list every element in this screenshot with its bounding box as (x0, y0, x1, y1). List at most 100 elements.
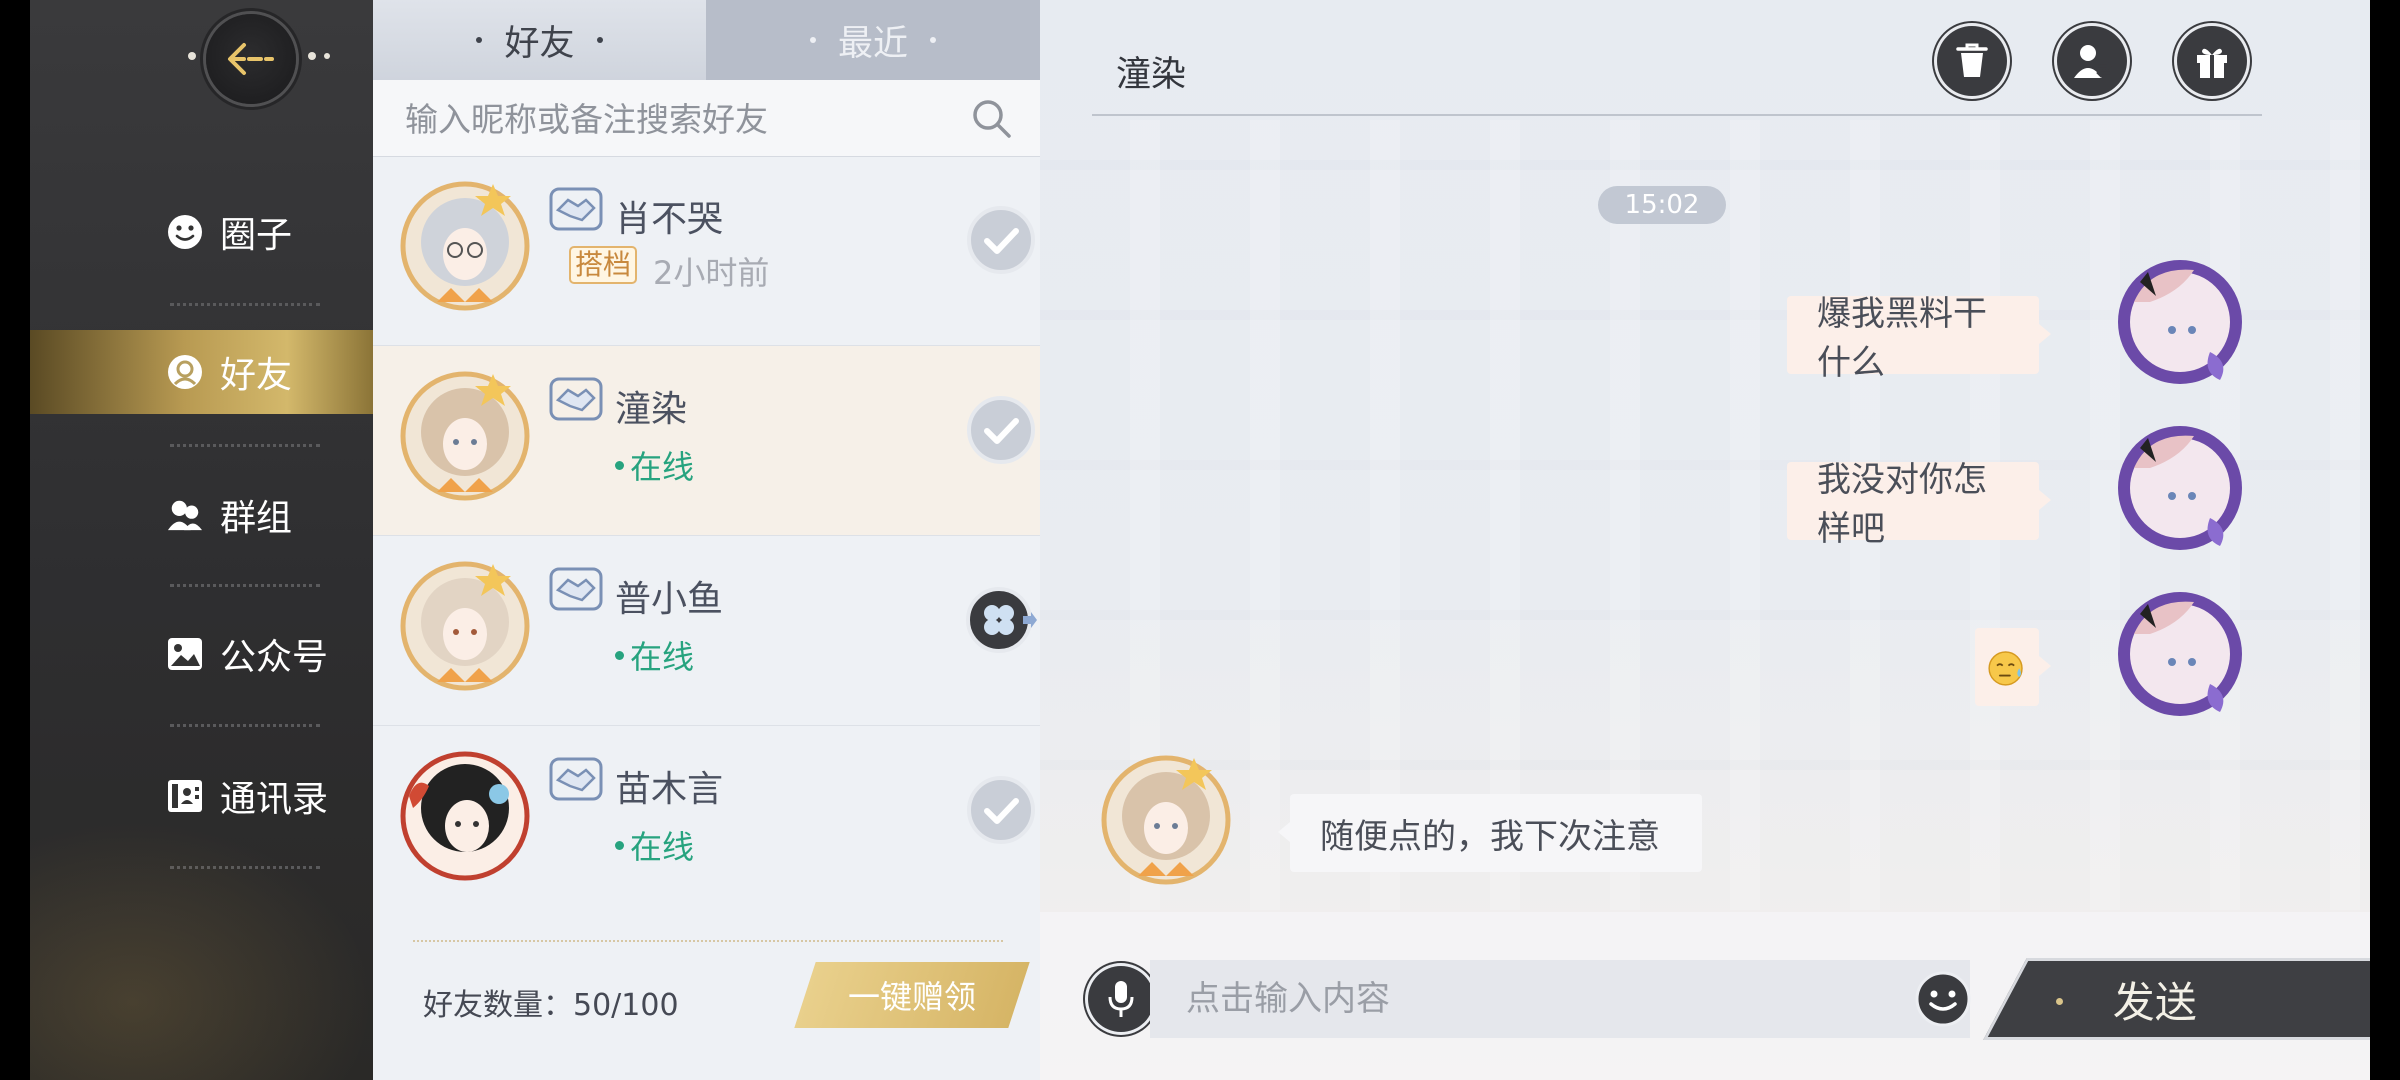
microphone-icon (1108, 981, 1134, 1017)
my-avatar[interactable] (2110, 252, 2250, 392)
app-window: 圈子 好友 群组 公众号 通讯录 好友 最近 输入昵称或备注搜索好友 肖不哭 搭… (30, 0, 2370, 1080)
switch-user-button[interactable] (2057, 26, 2127, 96)
tab-recent[interactable]: 最近 (706, 0, 1040, 80)
status-text: 在线 (630, 828, 695, 866)
emoji-icon[interactable] (1914, 970, 1972, 1028)
header-divider (1092, 114, 2262, 116)
online-status: 在线 (615, 632, 694, 678)
nav-label: 群组 (220, 498, 293, 539)
friend-chat-avatar[interactable] (1096, 750, 1236, 890)
nav-divider (170, 303, 320, 306)
sweat-emoji-icon (1988, 651, 2023, 686)
delete-button[interactable] (1937, 26, 2007, 96)
nav-label: 通讯录 (220, 779, 329, 820)
tab-label: 最近 (837, 23, 908, 64)
checkmark-icon[interactable] (965, 394, 1037, 466)
nav-item-contacts[interactable]: 通讯录 (30, 754, 373, 838)
checkmark-icon[interactable] (965, 204, 1037, 276)
friend-avatar (400, 561, 530, 691)
group-icon (167, 497, 203, 533)
last-seen-text: 2小时前 (653, 254, 770, 292)
search-icon[interactable] (969, 96, 1013, 140)
send-label: 发送 (2112, 977, 2197, 1027)
list-divider (413, 940, 1003, 942)
online-dot (615, 650, 624, 660)
decorative-dot (188, 52, 196, 60)
handshake-icon (549, 187, 603, 231)
nav-divider (170, 444, 320, 447)
image-icon (167, 636, 203, 672)
switch-user-icon (2074, 45, 2112, 78)
friend-name: 肖不哭 (615, 199, 724, 240)
message-bubble-incoming[interactable]: 随便点的，我下次注意 (1278, 794, 1702, 872)
friend-face-icon (167, 354, 203, 390)
friend-avatar (400, 371, 530, 501)
handshake-icon (549, 377, 603, 421)
status-text: 在线 (630, 448, 695, 486)
status-text: 在线 (630, 638, 695, 676)
claim-all-button[interactable]: 一键赠领 (794, 962, 1030, 1028)
claim-all-label: 一键赠领 (847, 978, 976, 1016)
smiley-icon (167, 214, 203, 250)
partner-badge: 搭档 (569, 246, 638, 284)
contacts-icon (167, 778, 203, 814)
online-status: 在线 (615, 442, 694, 488)
nav-item-circle[interactable]: 圈子 (30, 190, 373, 274)
message-input[interactable] (1150, 960, 1970, 1038)
nav-item-official-accounts[interactable]: 公众号 (30, 612, 373, 696)
gift-icon (2197, 48, 2227, 78)
online-dot (615, 460, 624, 470)
my-avatar[interactable] (2110, 418, 2250, 558)
send-button[interactable]: 发送 (1983, 958, 2370, 1040)
friend-list-panel: 好友 最近 输入昵称或备注搜索好友 肖不哭 搭档 2小时前 潼染 在线 普小鱼 … (373, 0, 1040, 1080)
friend-count: 好友数量：50/100 (423, 988, 679, 1023)
back-button[interactable] (206, 14, 296, 104)
gift-button[interactable] (2177, 26, 2247, 96)
decorative-dot (324, 53, 330, 59)
decorative-dot (2056, 998, 2063, 1005)
online-status: 在线 (615, 822, 694, 868)
voice-button[interactable] (1088, 966, 1154, 1032)
nav-divider (170, 866, 320, 869)
friend-row[interactable]: 普小鱼 在线 (373, 536, 1040, 726)
my-avatar[interactable] (2110, 584, 2250, 724)
handshake-icon (549, 757, 603, 801)
message-input-bar: 发送 (1040, 912, 2370, 1080)
nav-label: 圈子 (220, 215, 293, 256)
friend-name: 普小鱼 (615, 579, 724, 620)
nav-label: 好友 (220, 355, 293, 396)
message-text: 我没对你怎样吧 (1817, 460, 1987, 549)
message-timestamp: 15:02 (1598, 186, 1726, 224)
trash-icon (1956, 43, 1988, 77)
search-bar (373, 80, 1040, 157)
friend-name: 苗木言 (615, 769, 724, 810)
nav-item-friends[interactable]: 好友 (30, 330, 373, 414)
back-arrow-icon (228, 43, 274, 75)
online-dot (615, 840, 624, 850)
message-bubble-outgoing[interactable]: 我没对你怎样吧 (1787, 460, 2051, 549)
handshake-icon (549, 567, 603, 611)
friend-name: 潼染 (615, 389, 688, 430)
chat-title: 潼染 (1116, 55, 1187, 95)
message-bubble-outgoing[interactable] (1975, 628, 2051, 706)
message-text: 随便点的，我下次注意 (1320, 816, 1660, 857)
friend-row-selected[interactable]: 潼染 在线 (373, 346, 1040, 536)
chat-panel: 潼染 15:02 爆我黑料干什么 我没对你怎样吧 随便点的，我下次注意 点击输入… (1040, 0, 2370, 1080)
friend-row[interactable]: 肖不哭 搭档 2小时前 (373, 156, 1040, 346)
decorative-dot (308, 52, 316, 60)
nav-item-groups[interactable]: 群组 (30, 473, 373, 557)
tab-label: 好友 (504, 23, 575, 64)
left-nav: 圈子 好友 群组 公众号 通讯录 (30, 0, 373, 1080)
friend-row[interactable]: 苗木言 在线 (373, 726, 1040, 916)
nav-divider (170, 724, 320, 727)
send-clover-icon[interactable] (965, 584, 1037, 656)
message-text: 爆我黑料干什么 (1817, 294, 1987, 383)
nav-divider (170, 584, 320, 587)
tab-bar: 好友 最近 (373, 0, 1040, 80)
friend-avatar (400, 751, 530, 881)
tab-friends[interactable]: 好友 (373, 0, 706, 80)
nav-label: 公众号 (220, 637, 329, 678)
message-bubble-outgoing[interactable]: 爆我黑料干什么 (1787, 294, 2051, 383)
checkmark-icon[interactable] (965, 774, 1037, 846)
search-input[interactable] (403, 92, 967, 146)
